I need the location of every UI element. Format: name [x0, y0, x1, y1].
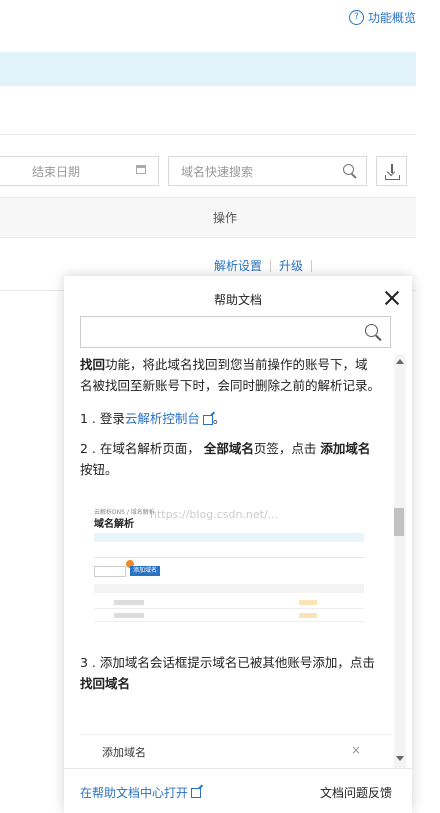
domain-search-placeholder: 域名快速搜索 [181, 164, 254, 179]
watermark: https://blog.csdn.net/... [150, 508, 279, 521]
thumb-add-domain-button: 添加域名 [130, 566, 160, 576]
upgrade-link[interactable]: 升级 [279, 257, 303, 274]
calendar-icon [136, 165, 146, 174]
close-icon[interactable] [384, 290, 400, 306]
domain-search-input[interactable]: 域名快速搜索 [168, 156, 367, 186]
doc-feedback-link[interactable]: 文档问题反馈 [320, 784, 392, 801]
step-3-prefix: 3 . 添加域名会话框提示域名已被其他账号添加，点击 [80, 655, 375, 670]
scroll-up-arrow-icon[interactable] [396, 359, 404, 364]
step-2-middle: 页签，点击 [253, 441, 317, 456]
notice-bar [0, 52, 416, 86]
table-row-actions: 解析设置 升级 [214, 257, 320, 274]
external-link-icon [191, 787, 202, 798]
feature-overview-link[interactable]: ? 功能概览 [348, 9, 416, 26]
help-icon: ? [348, 10, 364, 25]
step-2: 2 . 在域名解析页面， 全部域名页签，点击 添加域名 按钮。 [80, 438, 380, 480]
scrollbar-thumb[interactable] [394, 508, 404, 536]
bold-all-domains: 全部域名 [203, 441, 254, 456]
action-separator [270, 259, 272, 272]
dns-settings-link[interactable]: 解析设置 [214, 257, 262, 274]
step-1: 1 . 登录云解析控制台。 [80, 408, 380, 429]
action-separator [311, 259, 313, 272]
thumb-row [94, 610, 364, 622]
scroll-down-arrow-icon[interactable] [396, 756, 404, 761]
table-header: 操作 [0, 197, 416, 238]
thumb-tabs [94, 548, 364, 558]
download-icon [391, 164, 393, 173]
thumb-blur [114, 613, 144, 618]
external-link-icon [202, 414, 213, 425]
step-3: 3 . 添加域名会话框提示域名已被其他账号添加，点击 找回域名 [80, 652, 380, 694]
close-icon: × [350, 743, 361, 757]
panel-title: 帮助文档 [213, 293, 262, 307]
feature-overview-label: 功能概览 [367, 11, 416, 25]
dns-console-link[interactable]: 云解析控制台 [125, 411, 200, 426]
scrollbar[interactable] [394, 354, 406, 768]
thumb-tag [299, 600, 317, 605]
thumb-button [94, 566, 126, 577]
open-in-help-center-link[interactable]: 在帮助文档中心打开 [80, 784, 202, 801]
paragraph-retrieve: 找回功能，将此域名找回到您当前操作的账号下，域名被找回至新账号下时，会同时删除之… [80, 354, 380, 396]
dialog-label: 添加域名 [102, 746, 146, 759]
step-2-prefix: 2 . 在域名解析页面， [80, 441, 200, 456]
step-1-prefix: 1 . 登录 [80, 411, 125, 426]
thumb-title: 域名解析 [94, 519, 134, 530]
panel-footer: 在帮助文档中心打开 文档问题反馈 [64, 768, 412, 813]
open-link-label: 在帮助文档中心打开 [80, 786, 189, 800]
paragraph-retrieve-text: 功能，将此域名找回到您当前操作的账号下，域名被找回至新账号下时，会同时删除之前的… [80, 357, 381, 393]
search-icon[interactable] [343, 164, 354, 175]
thumb-blur [114, 600, 144, 605]
bold-add-domain: 添加域名 [320, 441, 371, 456]
step-2-suffix: 按钮。 [80, 462, 118, 477]
bold-retrieve-domain: 找回域名 [80, 676, 131, 691]
divider [0, 134, 416, 135]
column-header-operation: 操作 [213, 211, 238, 225]
download-tray [385, 175, 400, 180]
help-content: 找回功能，将此域名找回到您当前操作的账号下，域名被找回至新账号下时，会同时删除之… [80, 354, 380, 694]
bold-retrieve: 找回 [80, 357, 106, 372]
search-icon[interactable] [365, 324, 378, 337]
thumb-row [94, 597, 364, 609]
thumb-notice [94, 533, 364, 542]
help-search-input[interactable] [80, 316, 391, 348]
download-button[interactable] [376, 156, 407, 186]
end-date-field[interactable]: 结束日期 [0, 156, 159, 186]
end-date-placeholder: 结束日期 [32, 164, 81, 179]
help-doc-panel: 帮助文档 找回功能，将此域名找回到您当前操作的账号下，域名被找回至新账号下时，会… [64, 276, 412, 813]
step-1-suffix: 。 [212, 411, 226, 426]
thumb-tag [299, 613, 317, 618]
thumb-table-header [94, 584, 364, 593]
